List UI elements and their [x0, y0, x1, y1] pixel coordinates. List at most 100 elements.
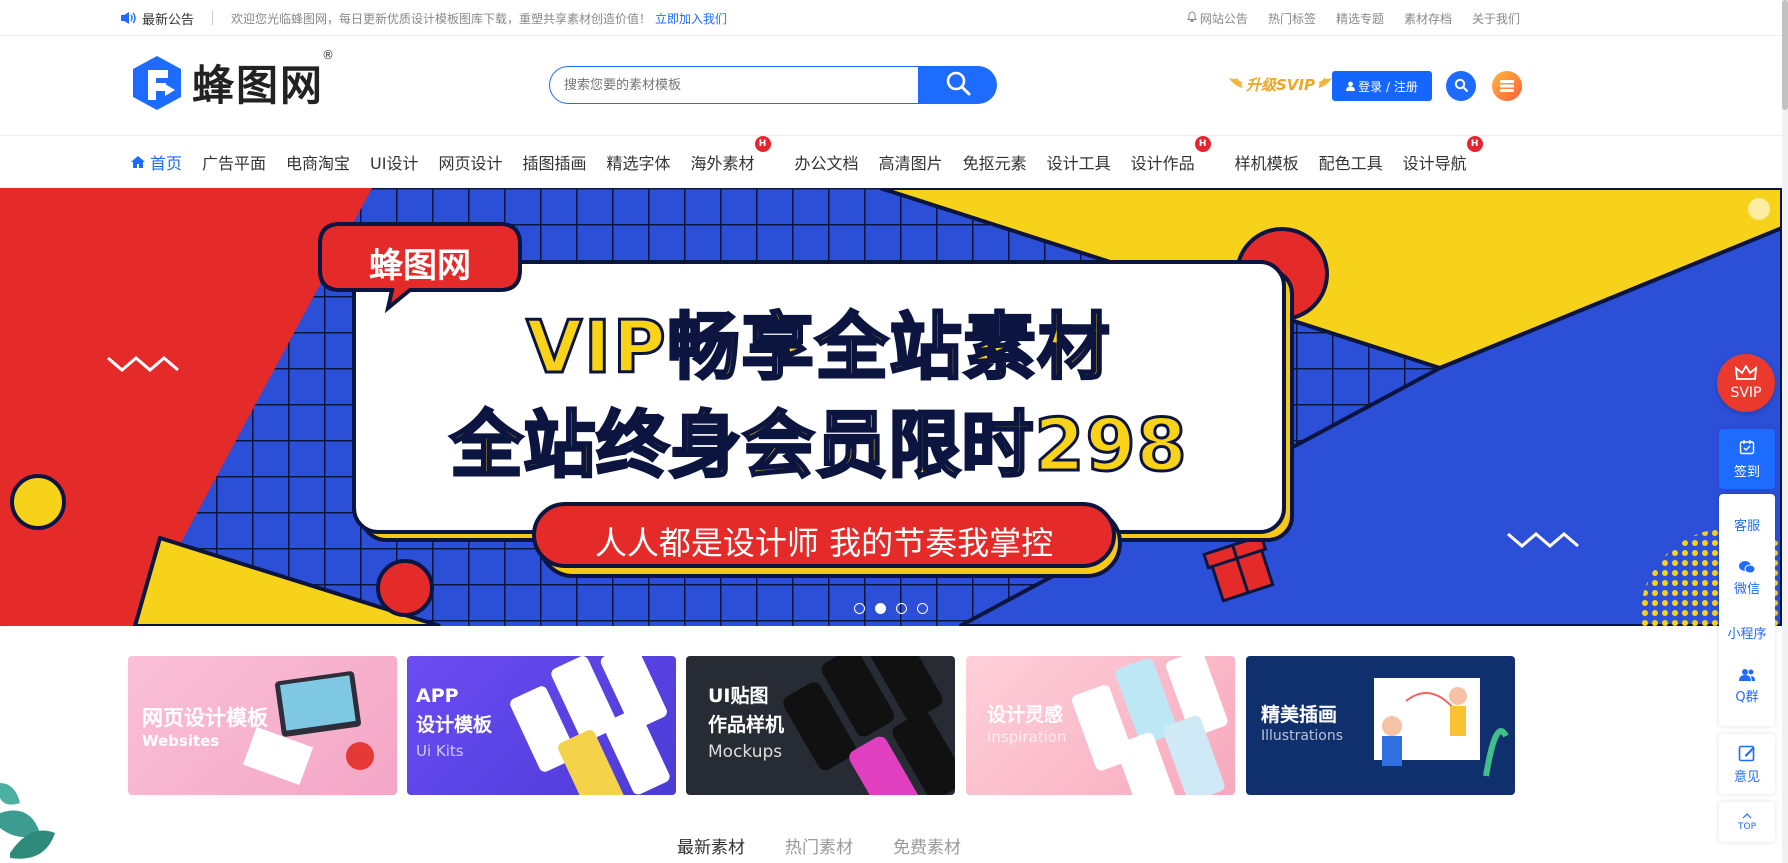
top-link-hot-tags[interactable]: 热门标签: [1268, 10, 1316, 27]
svip-upgrade-label: 升级SVIP: [1246, 76, 1315, 94]
card-subtitle: Websites: [142, 732, 220, 750]
float-qgroup-label: Q群: [1735, 690, 1759, 705]
notice-title[interactable]: 最新公告: [142, 9, 194, 28]
fullscreen-icon[interactable]: [1748, 198, 1770, 220]
hot-badge: H: [1194, 136, 1211, 152]
site-logo[interactable]: 蜂图网 ®: [130, 48, 334, 113]
nav-item[interactable]: 设计工具: [1047, 150, 1111, 174]
nav-item-label: 网页设计: [438, 154, 503, 173]
card-subtitle: Ui Kits: [416, 742, 464, 760]
float-svip-button[interactable]: SVIP: [1717, 354, 1775, 412]
nav-item[interactable]: 精选字体: [607, 150, 671, 174]
home-icon: [131, 156, 145, 168]
nav-item[interactable]: 网页设计: [438, 150, 502, 174]
nav-item-label: 广告平面: [202, 154, 267, 173]
float-signin-label: 签到: [1733, 464, 1760, 480]
svip-upgrade-link[interactable]: 升级SVIP: [1228, 74, 1333, 95]
top-link-archive[interactable]: 素材存档: [1404, 10, 1452, 27]
tab-free[interactable]: 免费素材: [893, 833, 961, 858]
top-link-announcement[interactable]: 网站公告: [1186, 10, 1248, 27]
float-wechat-button[interactable]: 微信: [1734, 560, 1760, 597]
tab-latest[interactable]: 最新素材: [677, 833, 745, 858]
card-illustrations[interactable]: 精美插画 Illustrations: [1246, 656, 1515, 795]
nav-item[interactable]: 设计导航 H: [1402, 136, 1483, 174]
speaker-icon: [120, 11, 136, 25]
nav-item-label: 插图插画: [522, 154, 587, 173]
nav-item-label: 高清图片: [878, 154, 943, 173]
search-icon: [945, 70, 971, 100]
search-button[interactable]: [918, 66, 997, 104]
menu-button[interactable]: [1492, 71, 1522, 101]
nav-item[interactable]: 插图插画: [523, 150, 587, 174]
nav-item-label: 海外素材: [690, 154, 755, 173]
tab-hot[interactable]: 热门素材: [785, 833, 853, 858]
wing-left-icon: [1228, 76, 1244, 94]
float-miniprogram-button[interactable]: 小程序: [1727, 623, 1766, 642]
nav-item[interactable]: 首页: [131, 150, 182, 174]
top-notice-bar: 最新公告 欢迎您光临蜂图网，每日更新优质设计模板图库下载，重塑共享素材创造价值！…: [0, 0, 1788, 36]
float-qgroup-button[interactable]: Q群: [1735, 668, 1759, 705]
welcome-text: 欢迎您光临蜂图网，每日更新优质设计模板图库下载，重塑共享素材创造价值！: [231, 11, 652, 26]
nav-item[interactable]: 海外素材 H: [690, 136, 771, 174]
login-register-button[interactable]: 登录 / 注册: [1332, 71, 1432, 101]
plant-decoration: [0, 783, 55, 859]
bell-icon: [1186, 11, 1197, 25]
logo-text: 蜂图网: [192, 61, 325, 110]
nav-list: 首页 广告平面 电商淘宝 UI设计 网页设计 插图插画 精选字体 海外素材 H 办公文档 高清图片免…: [131, 136, 1507, 187]
card-inspiration[interactable]: 设计灵感 Inspiration: [966, 656, 1235, 795]
registered-mark: ®: [322, 48, 335, 62]
nav-item-label: 免抠元素: [962, 154, 1027, 173]
nav-item[interactable]: 办公文档: [795, 150, 859, 174]
back-to-top-button[interactable]: TOP: [1719, 802, 1775, 842]
search-icon: [1454, 77, 1469, 96]
nav-item[interactable]: 配色工具: [1319, 150, 1383, 174]
carousel-dot-active[interactable]: [875, 603, 886, 614]
nav-item[interactable]: 高清图片: [879, 150, 943, 174]
nav-item-label: 设计工具: [1046, 154, 1111, 173]
top-link-topics[interactable]: 精选专题: [1336, 10, 1384, 27]
search-input[interactable]: [549, 66, 918, 104]
card-title-text: APP 设计模板: [416, 685, 493, 736]
menu-icon: [1500, 77, 1514, 96]
join-link[interactable]: 立即加入我们: [655, 10, 727, 27]
float-feedback-button[interactable]: 意见: [1719, 734, 1775, 794]
material-tabs: 最新素材 热门素材 免费素材: [677, 833, 961, 858]
logo-mark-icon: [130, 54, 184, 112]
float-contact-panel: 客服 微信 小程序 Q群: [1719, 494, 1775, 726]
page-scrollbar[interactable]: [1782, 0, 1788, 863]
float-miniprogram-label: 小程序: [1727, 627, 1767, 642]
nav-item[interactable]: 广告平面: [202, 150, 266, 174]
card-websites[interactable]: 网页设计模板 Websites: [128, 656, 397, 795]
user-icon: [1346, 81, 1356, 91]
divider: [212, 11, 214, 25]
banner-headline-2: 全站终身会员限时298: [449, 402, 1188, 489]
nav-item[interactable]: UI设计: [370, 150, 418, 174]
carousel-dot[interactable]: [896, 603, 907, 614]
nav-item[interactable]: 电商淘宝: [286, 150, 350, 174]
card-subtitle: Illustrations: [1261, 728, 1344, 744]
scrollbar-thumb[interactable]: [1782, 0, 1788, 110]
card-title: 设计灵感: [987, 704, 1064, 726]
nav-item[interactable]: 免抠元素: [963, 150, 1027, 174]
nav-item-label: 设计导航: [1402, 154, 1467, 173]
nav-item-label: 电商淘宝: [286, 154, 351, 173]
card-app-ui-kits[interactable]: APP 设计模板 Ui Kits: [407, 656, 676, 795]
nav-item-label: 配色工具: [1318, 154, 1383, 173]
top-link-about[interactable]: 关于我们: [1472, 10, 1520, 27]
hot-badge: H: [1466, 136, 1483, 152]
wechat-icon: [1738, 560, 1756, 578]
hero-banner[interactable]: 蜂图网 VIP畅享全站素材 全站终身会员限时298 人人都是设计师 我的节奏我掌…: [0, 188, 1782, 626]
card-mockups[interactable]: UI贴图 作品样机 Mockups: [686, 656, 955, 795]
carousel-dot[interactable]: [854, 603, 865, 614]
float-service-button[interactable]: 客服: [1734, 515, 1760, 534]
card-title: UI贴图 作品样机: [708, 685, 785, 736]
nav-item[interactable]: 样机模板: [1235, 150, 1299, 174]
nav-item-label: 设计作品: [1130, 154, 1195, 173]
category-cards: 网页设计模板 Websites APP 设计模板 Ui Kits UI贴图 作品…: [128, 656, 1516, 796]
float-signin-button[interactable]: 签到: [1719, 429, 1775, 489]
nav-item[interactable]: 设计作品 H: [1130, 136, 1211, 174]
nav-item-label: 精选字体: [606, 154, 671, 173]
header-search-button[interactable]: [1446, 71, 1476, 101]
calendar-icon: [1739, 439, 1755, 459]
carousel-dot[interactable]: [917, 603, 928, 614]
